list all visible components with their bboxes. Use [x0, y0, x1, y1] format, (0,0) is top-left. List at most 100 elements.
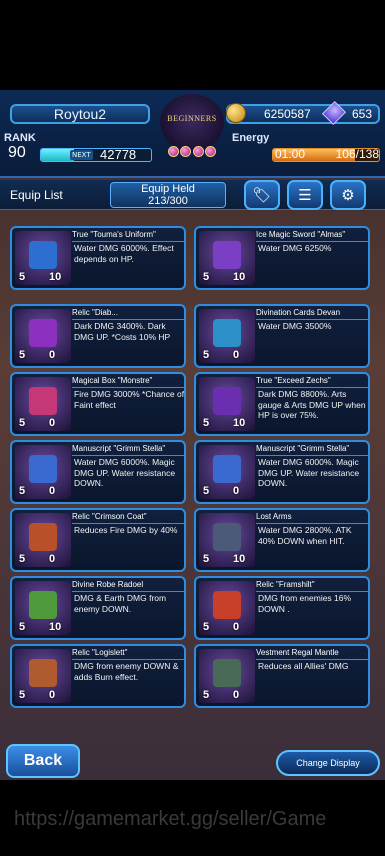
currency-box[interactable]: 6250587 653	[226, 100, 380, 126]
equip-card[interactable]: 5 0 Divination Cards Devan Water DMG 350…	[194, 304, 370, 368]
gold-coin-icon	[226, 103, 246, 123]
equip-art-icon	[213, 319, 241, 347]
equip-description: Water DMG 6250%	[258, 243, 332, 253]
equip-list-title: Equip List	[10, 188, 63, 202]
gem-icon	[321, 100, 347, 126]
equip-name: Manuscript "Grimm Stella"	[256, 444, 368, 456]
back-button[interactable]: Back	[6, 744, 80, 778]
tag-icon: 🏷	[252, 186, 272, 204]
equip-card[interactable]: 5 10 Ice Magic Sword "Almas" Water DMG 6…	[194, 226, 370, 290]
energy-label: Energy	[232, 132, 270, 144]
equip-name: Relic "Logislett"	[72, 648, 184, 660]
equip-thumbnail: 5 0	[199, 649, 255, 703]
equip-description: Reduces Fire DMG by 40%	[74, 525, 178, 535]
sort-icon: ☰	[298, 186, 312, 204]
game-screen: Roytou2 BEGINNERS 6250587 653 RANK 90 NE…	[0, 90, 385, 780]
status-bar: Roytou2 BEGINNERS 6250587 653 RANK 90 NE…	[0, 90, 385, 178]
upgrade-level: 0	[49, 689, 56, 701]
upgrade-level: 10	[49, 621, 62, 633]
sort-button[interactable]: ☰	[287, 180, 323, 210]
equip-name: Lost Arms	[256, 512, 368, 524]
rarity-stars: 5	[203, 621, 210, 633]
rarity-stars: 5	[19, 271, 26, 283]
equip-grid: 5 10 True "Touma's Uniform" Water DMG 60…	[0, 214, 385, 734]
equip-name: Divination Cards Devan	[256, 308, 368, 320]
equip-art-icon	[213, 591, 241, 619]
equip-art-icon	[213, 387, 241, 415]
equip-thumbnail: 5 0	[15, 445, 71, 499]
equip-card[interactable]: 5 0 Relic "Crimson Coat" Reduces Fire DM…	[10, 508, 186, 572]
rarity-stars: 5	[19, 417, 26, 429]
equip-card[interactable]: 5 0 Manuscript "Grimm Stella" Water DMG …	[194, 440, 370, 504]
equip-description: Dark DMG 8800%. Arts gauge & Arts DMG UP…	[258, 389, 366, 420]
equip-card[interactable]: 5 0 Relic "Diab... Dark DMG 3400%. Dark …	[10, 304, 186, 368]
equip-art-icon	[29, 659, 57, 687]
equip-held-box: Equip Held 213/300	[110, 182, 226, 208]
upgrade-level: 10	[49, 271, 62, 283]
next-label: NEXT	[70, 150, 93, 160]
equip-card[interactable]: 5 10 True "Exceed Zechs" Dark DMG 8800%.…	[194, 372, 370, 436]
equip-description: DMG from enemies 16% DOWN .	[258, 593, 352, 614]
orb-icon	[180, 146, 192, 157]
equip-held-value: 213/300	[148, 195, 188, 207]
crest-orbs	[168, 146, 216, 158]
gear-icon: ⚙	[341, 186, 355, 204]
equip-name: Manuscript "Grimm Stella"	[72, 444, 184, 456]
equip-card[interactable]: 5 0 Relic "Logislett" DMG from enemy DOW…	[10, 644, 186, 708]
equip-card[interactable]: 5 0 Manuscript "Grimm Stella" Water DMG …	[10, 440, 186, 504]
equip-description: Water DMG 2800%. ATK 40% DOWN when HIT.	[258, 525, 352, 546]
equip-thumbnail: 5 0	[199, 581, 255, 635]
energy-value: 106/138	[335, 147, 379, 161]
beginners-crest[interactable]: BEGINNERS	[160, 94, 224, 157]
equip-thumbnail: 5 0	[15, 513, 71, 567]
equip-art-icon	[213, 523, 241, 551]
equip-name: Relic "Diab...	[72, 308, 184, 320]
rarity-stars: 5	[19, 485, 26, 497]
change-display-button[interactable]: Change Display	[276, 750, 380, 776]
equip-art-icon	[29, 241, 57, 269]
crest-label: BEGINNERS	[167, 114, 217, 123]
equip-thumbnail: 5 0	[199, 309, 255, 363]
rarity-stars: 5	[203, 485, 210, 497]
equip-card[interactable]: 5 10 Lost Arms Water DMG 2800%. ATK 40% …	[194, 508, 370, 572]
tag-button[interactable]: 🏷	[244, 180, 280, 210]
equip-art-icon	[29, 523, 57, 551]
equip-header: Equip List Equip Held 213/300 🏷 ☰ ⚙	[0, 180, 385, 210]
energy-timer: 01:00	[275, 147, 306, 161]
equip-card[interactable]: 5 0 Vestment Regal Mantle Reduces all Al…	[194, 644, 370, 708]
rarity-stars: 5	[19, 349, 26, 361]
equip-description: Water DMG 3500%	[258, 321, 332, 331]
equip-card[interactable]: 5 0 Magical Box "Monstre" Fire DMG 3000%…	[10, 372, 186, 436]
upgrade-level: 0	[49, 553, 56, 565]
equip-name: Relic "Framshilt"	[256, 580, 368, 592]
rarity-stars: 5	[203, 553, 210, 565]
equip-card[interactable]: 5 0 Relic "Framshilt" DMG from enemies 1…	[194, 576, 370, 640]
equip-art-icon	[213, 659, 241, 687]
equip-description: Reduces all Allies' DMG	[258, 661, 349, 671]
equip-art-icon	[213, 455, 241, 483]
upgrade-level: 0	[233, 689, 240, 701]
equip-description: DMG & Earth DMG from enemy DOWN.	[74, 593, 167, 614]
upgrade-level: 10	[233, 271, 246, 283]
equip-name: Magical Box "Monstre"	[72, 376, 184, 388]
equip-thumbnail: 5 10	[199, 231, 255, 285]
rarity-stars: 5	[203, 417, 210, 429]
player-name: Roytou2	[10, 104, 150, 124]
gem-value: 653	[351, 107, 372, 121]
equip-art-icon	[29, 319, 57, 347]
settings-button[interactable]: ⚙	[330, 180, 366, 210]
rank-value: 90	[8, 144, 26, 161]
equip-thumbnail: 5 0	[15, 649, 71, 703]
equip-thumbnail: 5 10	[15, 231, 71, 285]
equip-description: Water DMG 6000%. Magic DMG UP. Water res…	[74, 457, 176, 488]
equip-thumbnail: 5 10	[199, 377, 255, 431]
equip-card[interactable]: 5 10 True "Touma's Uniform" Water DMG 60…	[10, 226, 186, 290]
rarity-stars: 5	[203, 271, 210, 283]
equip-card[interactable]: 5 10 Divine Robe Radoel DMG & Earth DMG …	[10, 576, 186, 640]
equip-art-icon	[213, 241, 241, 269]
upgrade-level: 0	[49, 349, 56, 361]
upgrade-level: 10	[233, 417, 246, 429]
upgrade-level: 0	[49, 417, 56, 429]
upgrade-level: 0	[233, 349, 240, 361]
equip-description: Dark DMG 3400%. Dark DMG UP. *Costs 10% …	[74, 321, 171, 342]
